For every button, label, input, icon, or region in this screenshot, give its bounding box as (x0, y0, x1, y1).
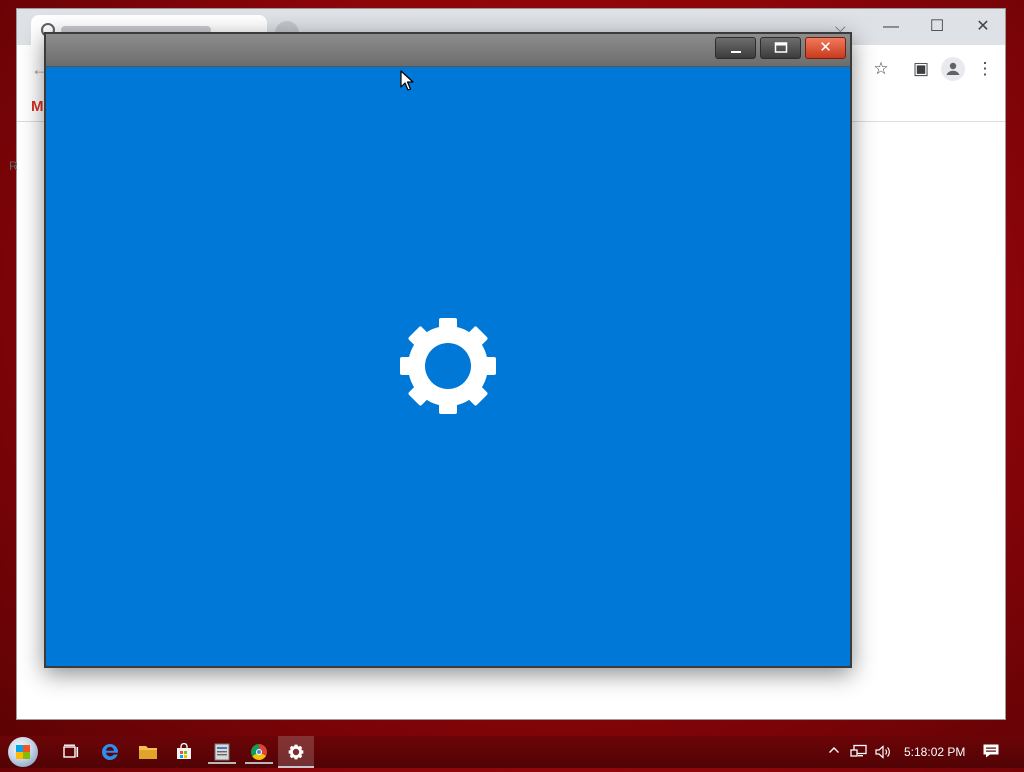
splash-content (46, 67, 850, 666)
volume-tray-icon[interactable] (874, 744, 892, 763)
settings-splash-window: ✕ (44, 32, 852, 668)
notes-app-taskbar-button[interactable] (208, 740, 236, 764)
tray-overflow-chevron-icon[interactable] (828, 744, 840, 759)
network-icon (850, 744, 867, 757)
edge-letter: R (9, 159, 18, 173)
settings-taskbar-button[interactable] (278, 736, 314, 768)
taskbar-clock[interactable]: 5:18:02 PM (904, 745, 965, 759)
store-bag-icon (177, 742, 191, 759)
settings-gear-icon (288, 744, 304, 760)
browser-minimize-button[interactable]: — (871, 15, 911, 39)
splash-titlebar[interactable]: ✕ (46, 34, 850, 67)
task-view-icon (63, 744, 79, 758)
store-taskbar-button[interactable] (170, 740, 198, 764)
file-explorer-taskbar-button[interactable] (134, 740, 162, 764)
splash-minimize-button[interactable] (715, 37, 756, 59)
windows-logo-icon (16, 745, 30, 759)
splash-close-button[interactable]: ✕ (805, 37, 846, 59)
task-view-button[interactable] (57, 740, 85, 764)
profile-avatar-button[interactable] (941, 57, 965, 81)
edge-taskbar-button[interactable] (96, 740, 124, 764)
profile-icon (946, 62, 960, 75)
gmail-bookmark-icon[interactable]: M (31, 98, 44, 115)
mouse-cursor-icon (400, 70, 414, 91)
browser-maximize-button[interactable]: ☐ (917, 15, 957, 39)
notification-icon (983, 744, 999, 758)
network-tray-icon[interactable] (850, 744, 868, 763)
minimize-icon (730, 51, 741, 53)
volume-icon (875, 745, 890, 759)
gear-icon (400, 318, 496, 414)
chrome-icon (251, 744, 267, 760)
edge-icon (102, 743, 119, 760)
browser-menu-button[interactable]: ⋮ (973, 57, 997, 81)
folder-icon (139, 746, 157, 759)
splash-maximize-button[interactable] (760, 37, 801, 59)
taskbar: 5:18:02 PM (0, 736, 1024, 768)
side-panel-button[interactable]: ▣ (909, 57, 933, 81)
start-button[interactable] (8, 737, 38, 767)
chevron-up-icon (829, 747, 839, 753)
browser-close-button[interactable]: ✕ (963, 15, 1003, 39)
action-center-button[interactable] (982, 743, 1000, 759)
chrome-taskbar-button[interactable] (245, 740, 273, 764)
maximize-icon (774, 42, 787, 53)
notes-app-icon (214, 743, 230, 761)
bookmark-star-button[interactable]: ☆ (869, 57, 893, 81)
